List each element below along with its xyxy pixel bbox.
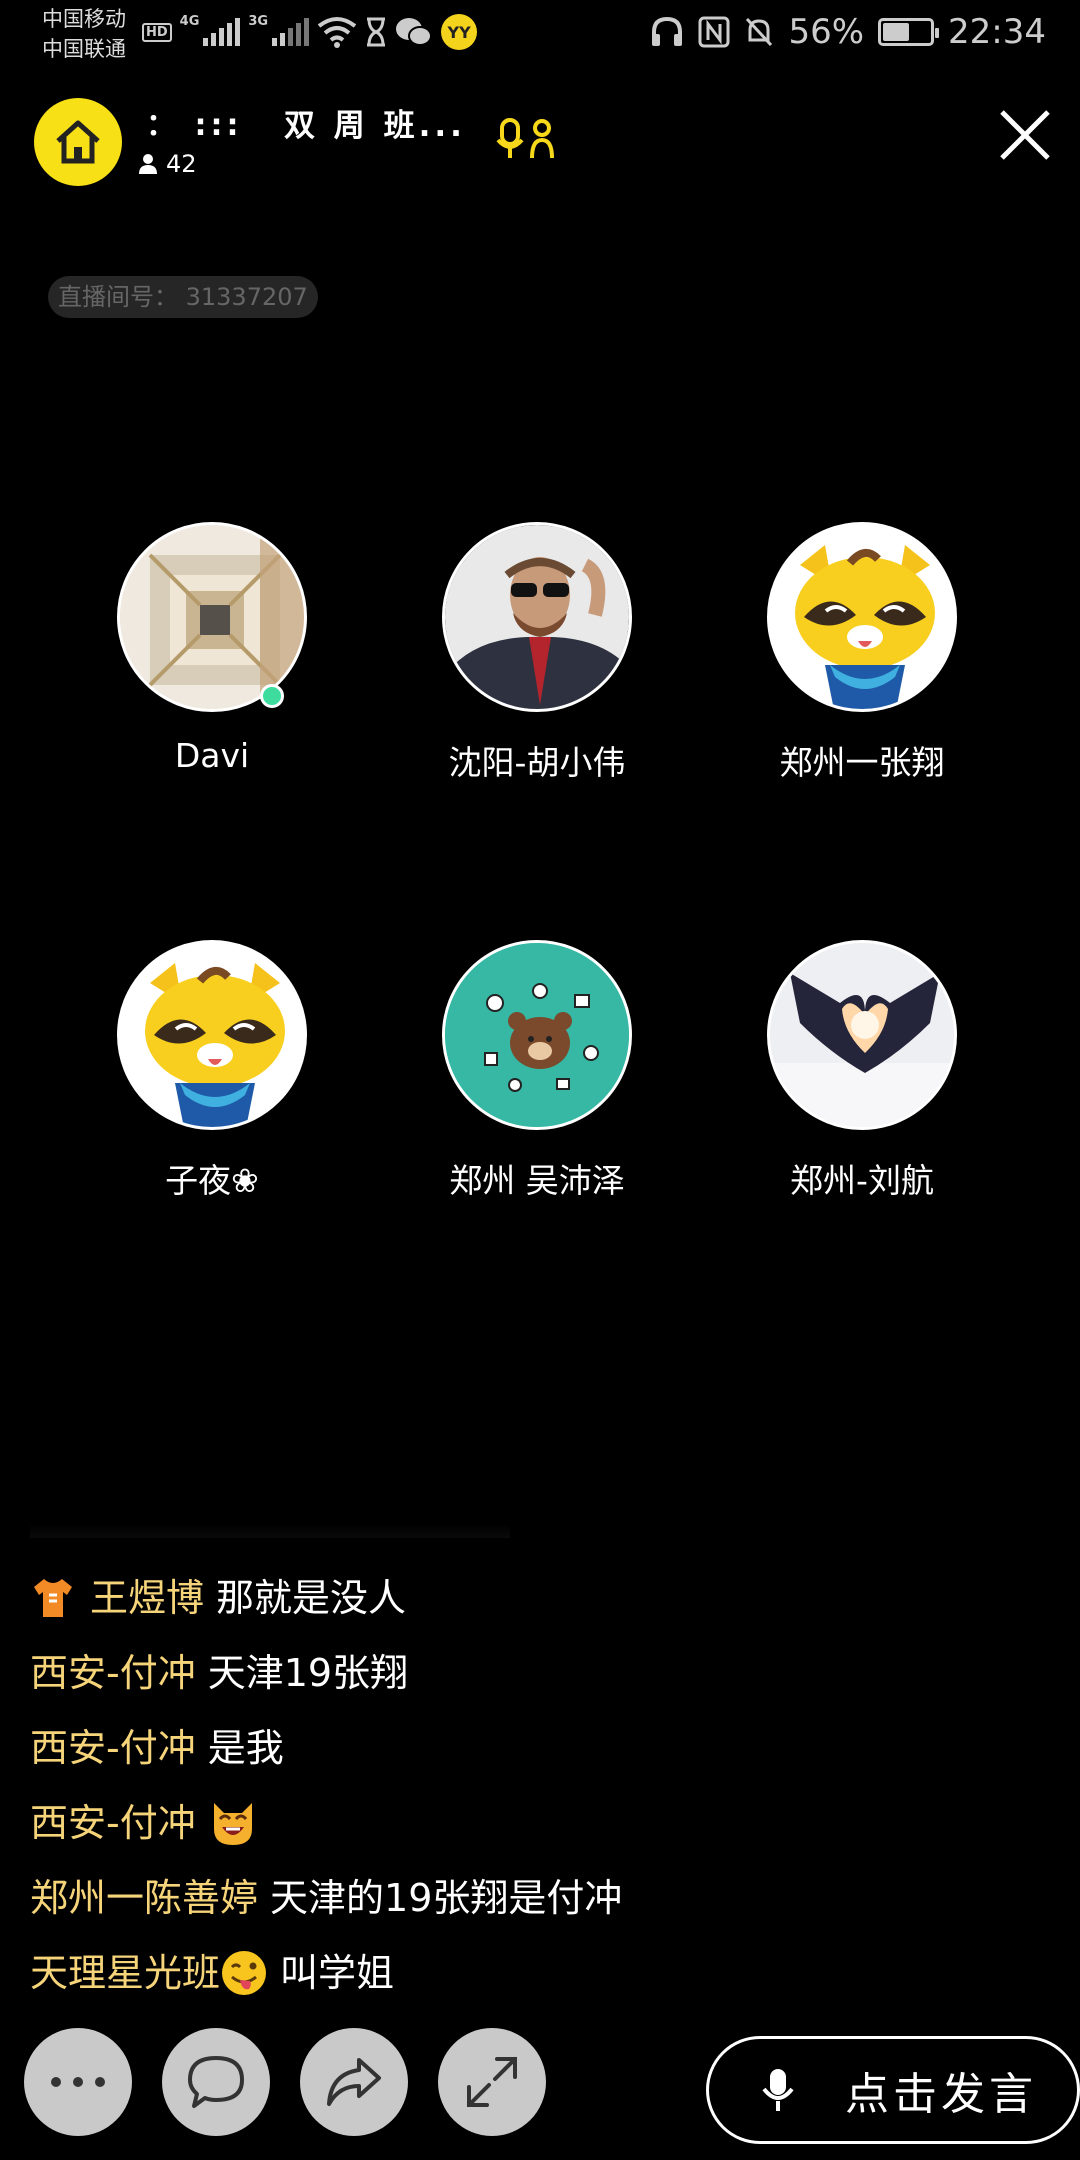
avatar-yy-raccoon-mascot xyxy=(117,940,307,1130)
carrier-1: 中国移动 xyxy=(42,7,126,31)
yy-app-icon: YY xyxy=(441,14,478,50)
microphone-icon xyxy=(762,2069,794,2111)
tongue-wink-emoji xyxy=(222,1950,267,1995)
chat-message: 西安-付冲 是我 xyxy=(30,1710,930,1785)
signal-icon-2 xyxy=(272,18,310,46)
chat-text: 天津19张翔 xyxy=(207,1650,409,1695)
carrier-2: 中国联通 xyxy=(42,37,126,61)
expand-icon xyxy=(467,2057,517,2107)
expand-button[interactable] xyxy=(438,2028,546,2136)
chat-list[interactable]: 王煜博 那就是没人 西安-付冲 天津19张翔 西安-付冲 是我 西安-付冲 郑州… xyxy=(30,1560,930,2010)
signal-icon-1 xyxy=(203,18,241,46)
chat-message: 西安-付冲 天津19张翔 xyxy=(30,1635,930,1710)
chat-username[interactable]: 郑州一陈善婷 xyxy=(30,1868,258,1928)
close-icon xyxy=(1000,110,1050,160)
mic-queue-button[interactable] xyxy=(496,118,556,164)
viewer-count-value: 42 xyxy=(166,150,197,178)
seat-2[interactable]: 沈阳-胡小伟 xyxy=(407,522,667,784)
avatar-heart-hands-photo xyxy=(767,940,957,1130)
avatar-yy-raccoon-mascot xyxy=(767,522,957,712)
chat-message: 郑州一陈善婷 天津的19张翔是付冲 xyxy=(30,1860,930,1935)
seat-1[interactable]: Davi xyxy=(82,522,342,775)
avatar-brown-bear-icons xyxy=(442,940,632,1130)
chat-text: 是我 xyxy=(207,1725,284,1770)
chat-username[interactable]: 王煜博 xyxy=(90,1568,204,1628)
chat-scroll-fade xyxy=(30,1524,510,1538)
headphones-icon xyxy=(652,16,683,46)
avatar-building-photo xyxy=(117,522,307,712)
share-button[interactable] xyxy=(300,2028,408,2136)
online-status-dot xyxy=(260,684,284,708)
home-icon xyxy=(56,120,100,164)
chat-text: 天津的19张翔是付冲 xyxy=(270,1875,623,1920)
chat-username[interactable]: 天理星光班 xyxy=(30,1943,268,2003)
nfc-icon xyxy=(698,16,730,48)
seat-name: 郑州一张翔 xyxy=(779,743,945,782)
chat-text: 那就是没人 xyxy=(216,1575,407,1620)
seat-name: Davi xyxy=(174,736,250,775)
tap-to-speak-label: 点击发言 xyxy=(845,2069,1037,2120)
room-id-badge: 直播间号： 31337207 xyxy=(48,276,318,318)
chat-bubble-icon xyxy=(188,2056,244,2108)
avatar-man-in-suit-photo xyxy=(442,522,632,712)
seat-name: 子夜❀ xyxy=(165,1161,259,1200)
laughing-cat-emoji xyxy=(213,1802,252,1845)
more-button[interactable] xyxy=(24,2028,132,2136)
shirt-icon xyxy=(34,1578,72,1617)
clock: 22:34 xyxy=(948,12,1046,52)
chat-username[interactable]: 西安-付冲 xyxy=(30,1718,196,1778)
battery-icon xyxy=(878,18,940,46)
room-title[interactable]: 双 周 班... xyxy=(284,100,466,145)
carrier-names: 中国移动 中国联通 xyxy=(42,4,126,64)
home-button[interactable] xyxy=(34,98,122,186)
seat-name: 郑州 吴沛泽 xyxy=(449,1161,625,1200)
seat-name: 郑州-刘航 xyxy=(790,1161,934,1200)
status-left-icons: HD 4G 3G YY xyxy=(142,14,478,50)
close-button[interactable] xyxy=(990,100,1060,170)
chat-message: 天理星光班 叫学姐 xyxy=(30,1935,930,2010)
more-icon xyxy=(51,2077,105,2087)
status-bar: 中国移动 中国联通 HD 4G 3G YY 56% 22:34 xyxy=(0,0,1080,72)
chat-button[interactable] xyxy=(162,2028,270,2136)
seat-5[interactable]: 郑州 吴沛泽 xyxy=(407,940,667,1202)
chat-text: 叫学姐 xyxy=(280,1950,395,1995)
wifi-icon xyxy=(317,17,357,48)
chat-message: 王煜博 那就是没人 xyxy=(30,1560,930,1635)
seat-name: 沈阳-胡小伟 xyxy=(448,743,626,782)
wechat-icon xyxy=(396,18,433,46)
tap-to-speak-button[interactable]: 点击发言 xyxy=(706,2036,1080,2144)
chat-message: 西安-付冲 xyxy=(30,1785,930,1860)
mic-people-icon xyxy=(496,118,554,159)
chat-username[interactable]: 西安-付冲 xyxy=(30,1793,196,1853)
chat-username[interactable]: 西安-付冲 xyxy=(30,1643,196,1703)
net-label-1: 4G xyxy=(179,14,200,29)
status-right-icons: 56% 22:34 xyxy=(650,12,1046,52)
seat-6[interactable]: 郑州-刘航 xyxy=(732,940,992,1202)
share-icon xyxy=(327,2058,381,2106)
mute-bell-icon xyxy=(746,17,773,47)
person-icon xyxy=(139,154,157,174)
chat-username-text: 天理星光班 xyxy=(30,1950,221,1995)
room-name-prefix: ： ::: xyxy=(146,108,243,143)
hourglass-icon xyxy=(367,17,386,47)
seat-3[interactable]: 郑州一张翔 xyxy=(732,522,992,784)
net-label-2: 3G xyxy=(248,14,269,29)
seat-4[interactable]: 子夜❀ xyxy=(82,940,342,1202)
battery-percent: 56% xyxy=(788,12,865,52)
viewer-count: 42 xyxy=(138,150,197,178)
hd-icon: HD xyxy=(142,22,172,42)
